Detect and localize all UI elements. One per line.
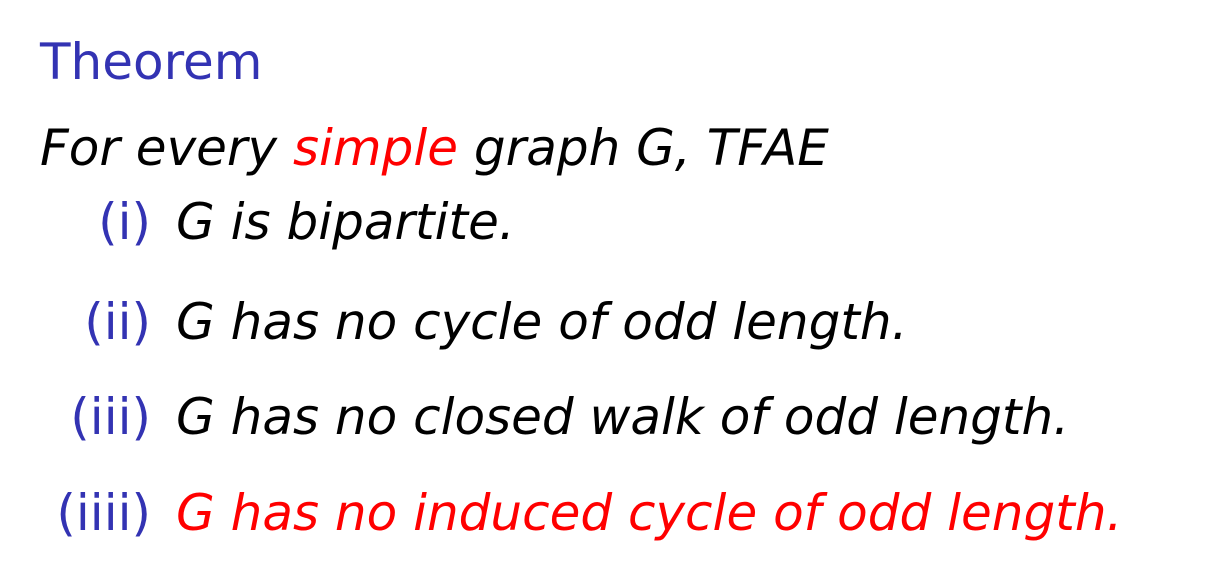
list-item-ii: (ii) G has no cycle of odd length. <box>0 282 1223 362</box>
item-text: G has no closed walk of odd length. <box>176 388 1070 446</box>
list-item-i: (i) G is bipartite. <box>0 182 1223 262</box>
item-label: (iii) <box>70 388 151 446</box>
list-item-iiii: (iiii) G has no induced cycle of odd len… <box>0 473 1223 553</box>
item-label: (i) <box>98 193 151 251</box>
list-item-iii: (iii) G has no closed walk of odd length… <box>0 377 1223 457</box>
item-text: G has no cycle of odd length. <box>176 293 908 351</box>
theorem-title: Theorem <box>40 33 263 91</box>
theorem-statement: For every simple graph G, TFAE <box>40 108 829 188</box>
statement-emphasis: simple <box>292 119 459 177</box>
item-text-highlighted: G has no induced cycle of odd length. <box>176 484 1123 542</box>
statement-lead: For every <box>40 119 293 177</box>
item-label: (ii) <box>84 293 151 351</box>
item-label: (iiii) <box>56 484 151 542</box>
statement-tail: graph G, TFAE <box>458 119 829 177</box>
theorem-block: Theorem For every simple graph G, TFAE (… <box>0 0 1223 574</box>
item-text: G is bipartite. <box>176 193 515 251</box>
